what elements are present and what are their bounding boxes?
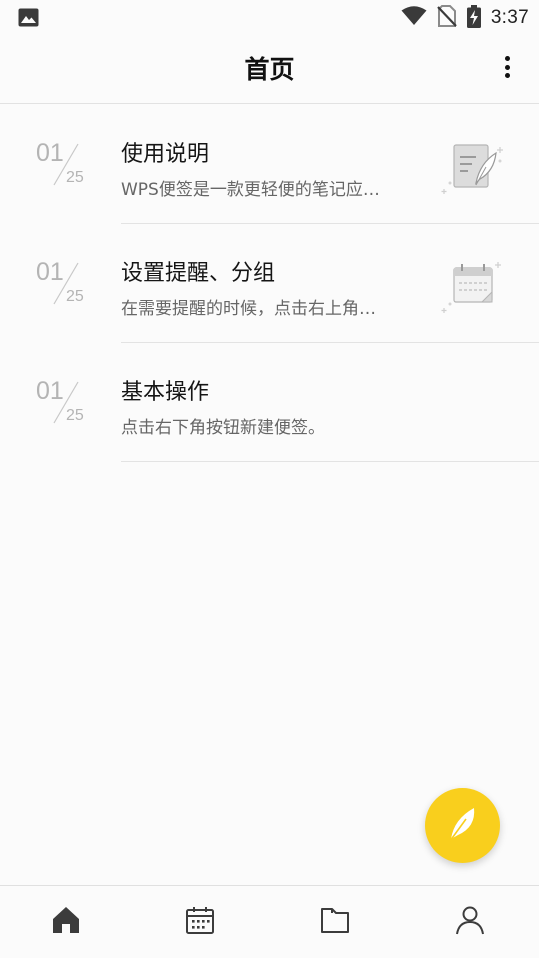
bottom-navigation bbox=[0, 885, 539, 958]
calendar-note-icon bbox=[440, 258, 508, 320]
calendar-icon bbox=[185, 905, 215, 939]
app-bar: 首页 bbox=[0, 36, 539, 104]
list-divider bbox=[121, 461, 539, 462]
note-date-month: 25 bbox=[66, 407, 84, 424]
home-icon bbox=[51, 905, 81, 939]
note-date: 01 25 bbox=[34, 258, 90, 312]
no-sim-icon bbox=[437, 5, 457, 31]
image-icon bbox=[18, 8, 39, 27]
note-date: 01 25 bbox=[34, 139, 90, 193]
note-list-item[interactable]: 01 25 基本操作 点击右下角按钮新建便签。 bbox=[0, 343, 539, 462]
more-vertical-icon bbox=[504, 56, 510, 78]
wifi-icon bbox=[401, 6, 427, 30]
status-bar: 3:37 bbox=[0, 0, 539, 36]
note-date: 01 25 bbox=[34, 377, 90, 431]
feather-icon bbox=[446, 805, 480, 847]
nav-home[interactable] bbox=[48, 904, 84, 940]
note-title: 设置提醒、分组 bbox=[121, 261, 276, 286]
more-options-button[interactable] bbox=[497, 50, 517, 84]
note-snippet: 在需要提醒的时候，点击右上角… bbox=[121, 299, 376, 319]
note-list: 01 25 使用说明 WPS便签是一款更轻便的笔记应… 01 25 设置提醒、分… bbox=[0, 105, 539, 462]
new-note-button[interactable] bbox=[425, 788, 500, 863]
note-date-month: 25 bbox=[66, 288, 84, 305]
note-title: 基本操作 bbox=[121, 380, 210, 405]
nav-profile[interactable] bbox=[452, 904, 488, 940]
note-feather-icon bbox=[440, 139, 508, 201]
note-snippet: 点击右下角按钮新建便签。 bbox=[121, 418, 325, 438]
note-list-item[interactable]: 01 25 使用说明 WPS便签是一款更轻便的笔记应… bbox=[0, 105, 539, 224]
note-list-item[interactable]: 01 25 设置提醒、分组 在需要提醒的时候，点击右上角… bbox=[0, 224, 539, 343]
folder-icon bbox=[320, 905, 350, 939]
page-title: 首页 bbox=[244, 55, 295, 84]
status-time: 3:37 bbox=[490, 7, 529, 28]
nav-calendar[interactable] bbox=[182, 904, 218, 940]
note-snippet: WPS便签是一款更轻便的笔记应… bbox=[121, 180, 380, 200]
user-icon bbox=[455, 905, 485, 939]
note-date-month: 25 bbox=[66, 169, 84, 186]
note-title: 使用说明 bbox=[121, 142, 210, 167]
battery-charging-icon bbox=[466, 4, 481, 32]
status-icons: 3:37 bbox=[401, 4, 529, 32]
nav-folders[interactable] bbox=[317, 904, 353, 940]
